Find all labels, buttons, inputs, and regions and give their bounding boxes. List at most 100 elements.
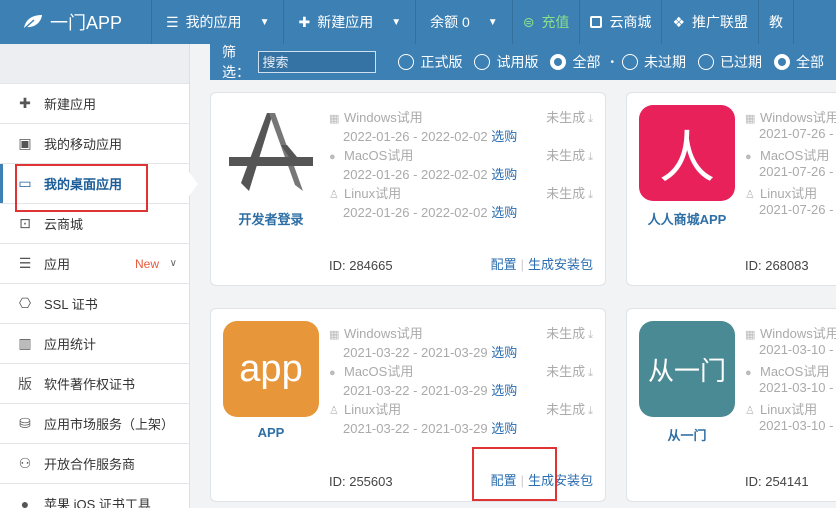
bag-icon: ⊡ [19, 215, 31, 231]
search-input[interactable] [258, 51, 377, 73]
radio-release[interactable]: 正式版 [398, 52, 462, 72]
sidebar-item-partner[interactable]: ⚇ 开放合作服务商 [0, 444, 189, 484]
caret-down-icon: ▼ [487, 16, 498, 28]
app-icon-text: 从一门 [647, 355, 726, 386]
download-icon[interactable]: ⤓ [588, 189, 593, 201]
radio-all-version[interactable]: 全部 [550, 52, 600, 72]
radio-expired[interactable]: 已过期 [698, 52, 762, 72]
radio-circle [474, 54, 491, 70]
brand-logo[interactable]: 一门APP [0, 0, 152, 44]
platform-macos: ● MacOS试用 [745, 364, 830, 379]
date-range: 2021-07-26 - [759, 164, 834, 179]
platform-linux: ♙ Linux试用 [745, 186, 818, 201]
linux-icon: ♙ [745, 189, 755, 201]
platform-linux: ♙ Linux试用 [329, 402, 402, 417]
app-icon-developer-login[interactable] [223, 105, 319, 201]
sidebar: ✚ 新建应用 ▣ 我的移动应用 ▭ 我的桌面应用 ⊡ 云商城 ☰ 应用 New … [0, 44, 198, 508]
apple-icon: ● [745, 151, 752, 163]
separator-dot: • [610, 56, 614, 68]
radio-circle [398, 54, 415, 70]
date-range: 2022-01-26 - 2022-02-02 选购 [343, 167, 518, 182]
build-status: 未生成 ⤓ [546, 402, 593, 417]
app-id: ID: 284665 [329, 258, 393, 273]
build-package-link[interactable]: 生成安装包 [528, 257, 593, 272]
apple-icon: ● [329, 367, 336, 379]
radio-all-expiry[interactable]: 全部 [774, 52, 824, 72]
sidebar-item-ios-cert[interactable]: ● 苹果 iOS 证书工具 [0, 484, 189, 508]
yen-icon: ⊜ [522, 13, 535, 30]
caret-down-icon: ▼ [259, 16, 270, 28]
leaf-icon [23, 15, 42, 30]
chevron-down-icon: ∨ [169, 258, 177, 269]
nav-tutorial[interactable]: 教 [759, 0, 794, 44]
nav-balance[interactable]: 余额 0 ▼ [416, 0, 513, 44]
nav-my-apps[interactable]: ☰ 我的应用 ▼ [152, 0, 285, 44]
select-link[interactable]: 选购 [491, 205, 517, 220]
top-navbar: 一门APP ☰ 我的应用 ▼ ✚ 新建应用 ▼ 余额 0 ▼ ⊜ 充值 云商城 … [0, 0, 836, 44]
nav-affiliate[interactable]: ❖ 推广联盟 [662, 0, 759, 44]
sidebar-item-mobile-apps[interactable]: ▣ 我的移动应用 [0, 124, 189, 164]
app-icon-text: app [239, 347, 303, 390]
app-icon-app[interactable]: app [223, 321, 319, 417]
date-range: 2021-03-22 - 2021-03-29 选购 [343, 345, 518, 360]
plus-icon: ✚ [19, 95, 31, 111]
brand-name: 一门APP [50, 13, 123, 33]
sidebar-item-stats[interactable]: ▥ 应用统计 [0, 324, 189, 364]
date-range: 2021-03-10 - [759, 342, 834, 357]
app-id: ID: 268083 [745, 258, 809, 273]
select-link[interactable]: 选购 [491, 383, 517, 398]
config-link[interactable]: 配置 [491, 257, 517, 272]
radio-circle [698, 54, 714, 70]
nav-new-app[interactable]: ✚ 新建应用 ▼ [284, 0, 417, 44]
platform-windows: ▦ Windows试用 [745, 110, 836, 125]
platform-linux: ♙ Linux试用 [745, 402, 818, 417]
platform-linux: ♙ Linux试用 [329, 186, 402, 201]
app-name[interactable]: 从一门 [627, 425, 747, 444]
app-icon-renren-mall[interactable]: 人 [639, 105, 735, 201]
radio-not-expired[interactable]: 未过期 [622, 52, 686, 72]
windows-icon: ▦ [329, 329, 340, 341]
select-link[interactable]: 选购 [491, 345, 517, 360]
filter-bar: 筛选： 正式版 试用版 全部 • 未过期 已过期 全部 [210, 44, 836, 80]
build-status: 未生成 ⤓ [546, 186, 593, 201]
app-card: 开发者登录 ▦ Windows试用 2022-01-26 - 2022-02-02… [210, 92, 606, 286]
filter-label: 筛选： [222, 44, 250, 80]
app-name[interactable]: APP [211, 425, 331, 440]
select-link[interactable]: 选购 [491, 167, 517, 182]
radio-trial[interactable]: 试用版 [474, 52, 538, 72]
download-icon[interactable]: ⤓ [588, 329, 593, 341]
download-icon[interactable]: ⤓ [588, 113, 593, 125]
download-icon[interactable]: ⤓ [588, 151, 593, 163]
select-link[interactable]: 选购 [491, 421, 517, 436]
app-id: ID: 254141 [745, 474, 809, 489]
build-status: 未生成 ⤓ [546, 148, 593, 163]
diamond-icon: ❖ [672, 13, 685, 30]
app-icon-congyimen[interactable]: 从一门 [639, 321, 735, 417]
sidebar-item-market[interactable]: ⛁ 应用市场服务（上架） [0, 404, 189, 444]
new-badge: New [134, 256, 159, 271]
app-card: 从一门 从一门 ▦ Windows试用 2021-03-10 - ● MacOS试用… [626, 308, 836, 502]
select-link[interactable]: 选购 [491, 129, 517, 144]
app-name[interactable]: 人人商城APP [627, 209, 747, 228]
nav-cloud-mall[interactable]: 云商城 [580, 0, 663, 44]
download-icon[interactable]: ⤓ [588, 405, 593, 417]
app-name[interactable]: 开发者登录 [211, 209, 331, 228]
date-range: 2021-07-26 - [759, 202, 834, 217]
sidebar-item-ssl[interactable]: ⎔ SSL 证书 [0, 284, 189, 324]
app-icon-text: 人 [659, 125, 715, 189]
nav-recharge[interactable]: ⊜ 充值 [513, 0, 581, 44]
sidebar-header [0, 44, 189, 84]
list-icon: ☰ [166, 13, 179, 30]
linux-icon: ♙ [745, 405, 755, 417]
build-status: 未生成 ⤓ [546, 326, 593, 341]
download-icon[interactable]: ⤓ [588, 367, 593, 379]
platform-windows: ▦ Windows试用 [329, 326, 423, 341]
sidebar-item-copyright[interactable]: 版 软件著作权证书 [0, 364, 189, 404]
date-range: 2021-07-26 - [759, 126, 834, 141]
linux-icon: ♙ [329, 405, 339, 417]
sidebar-item-apps[interactable]: ☰ 应用 New ∨ [0, 244, 189, 284]
sidebar-item-new-app[interactable]: ✚ 新建应用 [0, 84, 189, 124]
annotation-highlight-box [15, 164, 148, 212]
windows-icon: ▦ [745, 329, 756, 341]
bar-chart-icon: ▥ [18, 335, 32, 351]
